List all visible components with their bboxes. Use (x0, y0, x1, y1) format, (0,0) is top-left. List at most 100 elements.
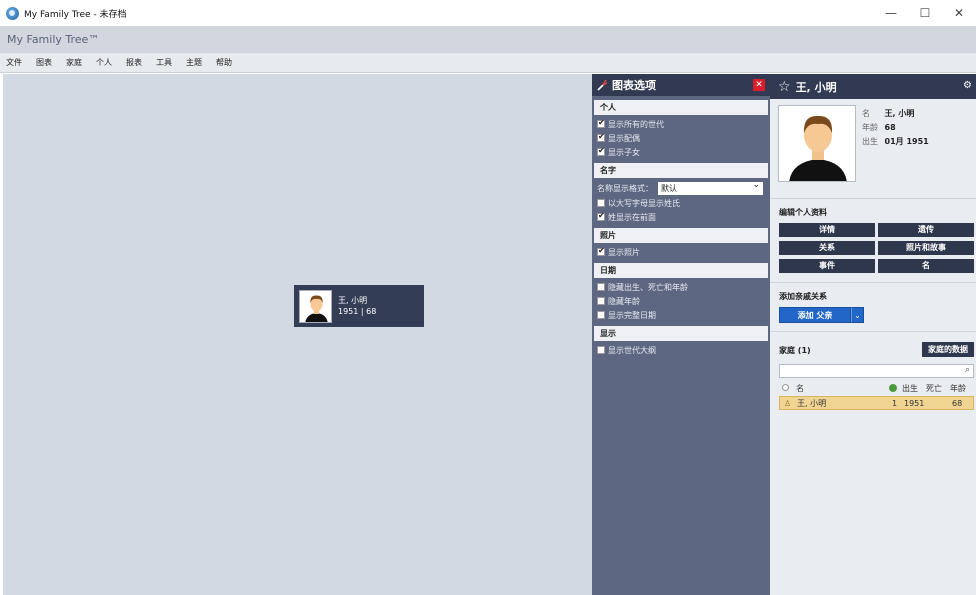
family-search-input[interactable] (780, 365, 950, 377)
menu-bar: 文件 图表 家庭 个人 报表 工具 主题 帮助 (0, 53, 976, 73)
option-hide-birth-death-age[interactable]: 隐藏出生、死亡和年龄 (592, 280, 770, 294)
option-label: 显示照片 (608, 247, 640, 257)
option-show-photos[interactable]: 显示照片 (592, 245, 770, 259)
option-show-children[interactable]: 显示子女 (592, 145, 770, 159)
window-titlebar: My Family Tree - 未存档 — ☐ ✕ (0, 0, 976, 26)
chart-options-header: 图表选项 ✕ (592, 74, 770, 96)
fact-age-label: 年龄 (862, 123, 878, 132)
checkbox[interactable] (597, 297, 605, 305)
option-label: 显示配偶 (608, 133, 640, 143)
option-hide-age[interactable]: 隐藏年龄 (592, 294, 770, 308)
fact-name-label: 名 (862, 109, 870, 118)
edit-profile-title: 编辑个人资料 (779, 208, 827, 217)
column-age[interactable]: 年龄 (950, 383, 966, 394)
person-panel: ☆ 王, 小明 ⚙ 名 王, 小明 年龄 68 出生 01月 1951 编辑个人… (770, 74, 976, 595)
option-show-spouses[interactable]: 显示配偶 (592, 131, 770, 145)
photos-stories-button[interactable]: 照片和故事 (878, 241, 974, 255)
name-format-select[interactable]: 默认 (658, 179, 763, 195)
checkbox[interactable] (597, 118, 605, 128)
option-label: 隐藏出生、死亡和年龄 (608, 282, 688, 292)
column-birth[interactable]: 出生 (902, 383, 918, 394)
option-label: 显示世代大纲 (608, 345, 656, 355)
name-format-label: 名称显示格式： (597, 183, 653, 193)
menu-item-theme[interactable]: 主题 (186, 57, 202, 68)
minimize-button[interactable]: — (874, 0, 908, 26)
person-card-name: 王, 小明 (338, 296, 368, 305)
table-row[interactable]: ♙ 王, 小明 1 1951 68 (779, 396, 974, 410)
menu-item-chart[interactable]: 图表 (36, 57, 52, 68)
column-death[interactable]: 死亡 (926, 383, 942, 394)
checkbox[interactable] (597, 311, 605, 319)
option-surname-uppercase[interactable]: 以大写字母显示姓氏 (592, 196, 770, 210)
divider (770, 198, 976, 199)
menu-item-report[interactable]: 报表 (126, 57, 142, 68)
events-button[interactable]: 事件 (779, 259, 875, 273)
app-logo-icon (6, 6, 19, 20)
fact-birth-label: 出生 (862, 137, 878, 146)
person-profile: 名 王, 小明 年龄 68 出生 01月 1951 (770, 99, 976, 194)
add-father-button[interactable]: 添加 父亲 (779, 307, 851, 323)
family-title: 家庭 (1) (779, 345, 811, 355)
person-card-dates: 1951 | 68 (338, 307, 377, 316)
person-avatar-icon (300, 290, 331, 322)
person-facts: 名 王, 小明 年龄 68 出生 01月 1951 (862, 107, 929, 149)
checkbox[interactable] (597, 283, 605, 291)
menu-item-file[interactable]: 文件 (6, 57, 22, 68)
menu-item-tools[interactable]: 工具 (156, 57, 172, 68)
tree-icon (889, 384, 897, 392)
checkbox[interactable] (597, 211, 605, 221)
divider (770, 331, 976, 332)
chart-options-panel: 图表选项 ✕ 个人 显示所有的世代 显示配偶 显示子女 名字 名称显示格式： 默… (592, 74, 770, 595)
person-icon: ♙ (784, 399, 792, 408)
close-window-button[interactable]: ✕ (942, 0, 976, 26)
chart-canvas[interactable]: 王, 小明 1951 | 68 (3, 74, 592, 595)
add-relative-title: 添加亲戚关系 (779, 292, 827, 301)
person-thumbnail (299, 289, 332, 323)
section-display-header: 显示 (594, 326, 768, 341)
checkbox[interactable] (597, 146, 605, 156)
fact-birth-value: 01月 1951 (884, 137, 929, 146)
option-label: 显示完整日期 (608, 310, 656, 320)
row-birth: 1951 (904, 398, 925, 408)
search-icon[interactable]: ⌕ (965, 365, 970, 375)
gear-icon[interactable]: ⚙ (963, 80, 972, 91)
checkbox[interactable] (597, 132, 605, 142)
person-avatar-icon (779, 106, 855, 181)
relations-button[interactable]: 关系 (779, 241, 875, 255)
option-label: 显示子女 (608, 147, 640, 157)
genetics-button[interactable]: 遗传 (878, 223, 974, 237)
window-controls: — ☐ ✕ (874, 0, 976, 26)
menu-item-family[interactable]: 家庭 (66, 57, 82, 68)
section-name-header: 名字 (594, 163, 768, 178)
menu-item-person[interactable]: 个人 (96, 57, 112, 68)
family-search: ⌕ (779, 364, 974, 378)
option-show-all-generations[interactable]: 显示所有的世代 (592, 117, 770, 131)
close-icon[interactable]: ✕ (753, 79, 765, 91)
menu-item-help[interactable]: 帮助 (216, 57, 232, 68)
checkbox[interactable] (597, 246, 605, 256)
app-brand: My Family Tree™ (7, 33, 100, 46)
section-date-header: 日期 (594, 263, 768, 278)
chevron-down-icon[interactable]: ⌄ (851, 307, 864, 323)
app-bar: My Family Tree™ (0, 26, 976, 53)
column-name[interactable]: 名 (796, 383, 804, 394)
details-button[interactable]: 详情 (779, 223, 875, 237)
star-icon[interactable]: ☆ (778, 79, 791, 95)
checkbox[interactable] (597, 199, 605, 207)
option-show-full-dates[interactable]: 显示完整日期 (592, 308, 770, 322)
family-table-header: 名 出生 死亡 年龄 (779, 381, 974, 395)
family-data-button[interactable]: 家庭的数据 (922, 342, 974, 357)
person-card[interactable]: 王, 小明 1951 | 68 (294, 285, 424, 327)
checkbox[interactable] (597, 346, 605, 354)
option-label: 显示所有的世代 (608, 119, 664, 129)
name-format-row: 名称显示格式： 默认 (592, 179, 770, 196)
person-panel-name: 王, 小明 (795, 80, 837, 94)
row-name: 王, 小明 (797, 398, 827, 408)
option-show-generation-outline[interactable]: 显示世代大纲 (592, 343, 770, 357)
option-surname-first[interactable]: 姓显示在前面 (592, 210, 770, 224)
maximize-button[interactable]: ☐ (908, 0, 942, 26)
names-button[interactable]: 名 (878, 259, 974, 273)
section-person-header: 个人 (594, 100, 768, 115)
person-photo[interactable] (778, 105, 856, 182)
person-card-info: 王, 小明 1951 | 68 (338, 295, 376, 317)
